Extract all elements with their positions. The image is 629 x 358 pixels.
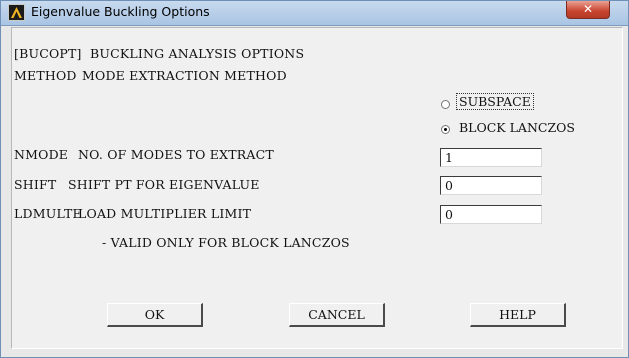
nmode-key: NMODE <box>14 147 69 162</box>
close-icon: ✕ <box>582 2 594 16</box>
app-logo-icon <box>8 4 25 21</box>
dialog-window: Eigenvalue Buckling Options ✕ [BUCOPT] B… <box>0 0 629 358</box>
nmode-description: NO. OF MODES TO EXTRACT <box>78 147 274 162</box>
ldmulte-key: LDMULTE <box>14 206 82 221</box>
dialog-body: [BUCOPT] BUCKLING ANALYSIS OPTIONS METHO… <box>11 27 623 349</box>
command-heading: [BUCOPT] BUCKLING ANALYSIS OPTIONS <box>14 46 305 61</box>
method-key: METHOD <box>14 68 77 83</box>
shift-key: SHIFT <box>14 177 57 192</box>
radio-block-lanczos[interactable] <box>441 125 450 134</box>
shift-description: SHIFT PT FOR EIGENVALUE <box>68 177 260 192</box>
nmode-input[interactable]: 1 <box>440 148 542 167</box>
close-button[interactable]: ✕ <box>566 1 610 19</box>
radio-subspace[interactable] <box>441 100 450 109</box>
ldmulte-input[interactable]: 0 <box>440 205 542 224</box>
help-button[interactable]: HELP <box>470 303 566 327</box>
window-title: Eigenvalue Buckling Options <box>31 4 210 19</box>
method-description: MODE EXTRACTION METHOD <box>82 68 287 83</box>
title-bar[interactable]: Eigenvalue Buckling Options ✕ <box>1 1 628 26</box>
radio-label-subspace[interactable]: SUBSPACE <box>456 93 534 110</box>
block-lanczos-note: - VALID ONLY FOR BLOCK LANCZOS <box>102 235 350 250</box>
cancel-button[interactable]: CANCEL <box>289 303 385 327</box>
radio-label-block-lanczos[interactable]: BLOCK LANCZOS <box>459 120 575 135</box>
shift-input[interactable]: 0 <box>440 176 542 195</box>
ok-button[interactable]: OK <box>107 303 203 327</box>
ldmulte-description: LOAD MULTIPLIER LIMIT <box>78 206 252 221</box>
